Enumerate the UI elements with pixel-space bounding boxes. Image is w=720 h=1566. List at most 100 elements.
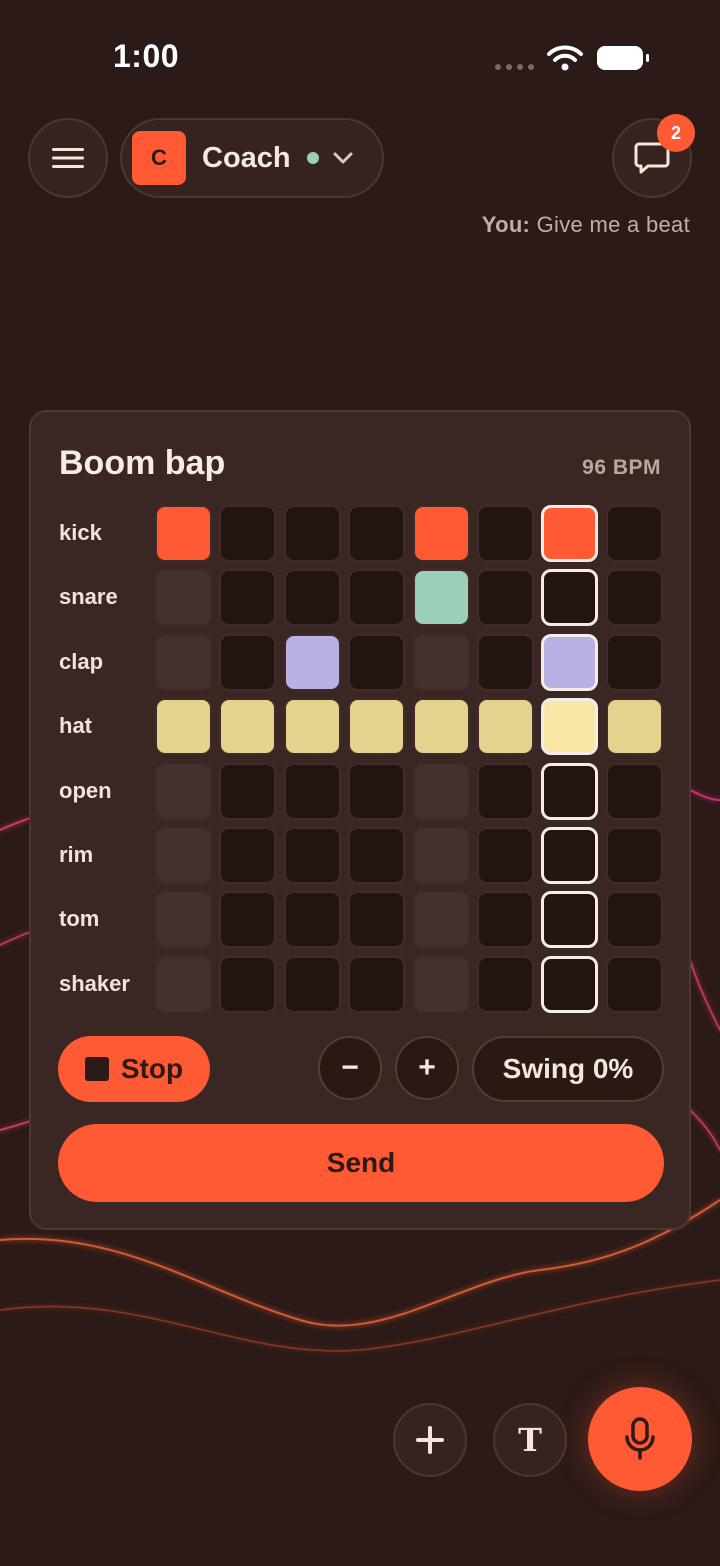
swing-button[interactable]: Swing 0%: [472, 1036, 664, 1102]
step-kick-4[interactable]: [348, 505, 406, 562]
step-clap-2[interactable]: [219, 633, 277, 691]
step-rim-6[interactable]: [477, 827, 534, 884]
step-shaker-4[interactable]: [348, 955, 406, 1013]
step-open-6[interactable]: [477, 762, 534, 820]
step-snare-2[interactable]: [219, 569, 277, 627]
step-open-1[interactable]: [155, 762, 212, 820]
step-clap-3[interactable]: [283, 633, 341, 691]
menu-button[interactable]: [28, 118, 108, 198]
step-tom-4[interactable]: [348, 891, 406, 949]
online-status-dot: [306, 152, 319, 164]
step-rim-2[interactable]: [219, 827, 277, 884]
step-shaker-5[interactable]: [412, 955, 470, 1013]
step-rim-7[interactable]: [541, 827, 599, 884]
stop-button[interactable]: Stop: [58, 1036, 210, 1102]
step-rim-3[interactable]: [283, 827, 341, 884]
step-shaker-6[interactable]: [477, 955, 534, 1013]
coach-selector[interactable]: C Coach: [120, 118, 384, 198]
track-label-snare: snare: [59, 584, 118, 610]
step-rim-4[interactable]: [348, 827, 406, 884]
chat-badge: 2: [657, 114, 695, 152]
beat-sequencer-card: Boom bap 96 BPM Stop − + Swing 0% Send k…: [29, 410, 691, 1230]
step-kick-5[interactable]: [412, 505, 470, 562]
step-hat-3[interactable]: [283, 698, 341, 756]
step-snare-8[interactable]: [605, 569, 663, 627]
stop-icon: [84, 1057, 109, 1081]
track-label-shaker: shaker: [59, 970, 130, 996]
step-tom-6[interactable]: [477, 891, 534, 949]
track-label-tom: tom: [59, 906, 100, 932]
step-rim-8[interactable]: [605, 827, 663, 884]
step-shaker-3[interactable]: [283, 955, 341, 1013]
step-kick-6[interactable]: [477, 505, 534, 562]
step-snare-3[interactable]: [283, 569, 341, 627]
step-rim-1[interactable]: [155, 827, 212, 884]
step-hat-8[interactable]: [605, 698, 663, 756]
coach-name: Coach: [202, 141, 291, 174]
microphone-icon: [625, 1417, 655, 1460]
step-shaker-7[interactable]: [541, 955, 599, 1013]
step-clap-5[interactable]: [412, 633, 470, 691]
step-clap-4[interactable]: [348, 633, 406, 691]
step-snare-4[interactable]: [348, 569, 406, 627]
step-clap-7[interactable]: [541, 633, 599, 691]
step-open-2[interactable]: [219, 762, 277, 820]
step-shaker-8[interactable]: [605, 955, 663, 1013]
step-tom-5[interactable]: [412, 891, 470, 949]
step-tom-2[interactable]: [219, 891, 277, 949]
last-message-text: Give me a beat: [536, 212, 690, 237]
pattern-title: Boom bap: [59, 444, 226, 482]
wifi-icon: [547, 45, 583, 71]
step-open-7[interactable]: [541, 762, 599, 820]
step-kick-8[interactable]: [605, 505, 663, 562]
track-label-kick: kick: [59, 520, 102, 545]
microphone-button[interactable]: [588, 1387, 692, 1491]
step-clap-6[interactable]: [477, 633, 534, 691]
track-label-rim: rim: [59, 842, 94, 867]
tempo-increase-button[interactable]: +: [395, 1036, 459, 1100]
status-time: 1:00: [113, 38, 180, 74]
step-rim-5[interactable]: [412, 827, 470, 884]
step-clap-1[interactable]: [155, 633, 212, 691]
track-label-hat: hat: [59, 713, 92, 739]
battery-icon: [597, 46, 649, 70]
step-open-8[interactable]: [605, 762, 663, 820]
step-snare-7[interactable]: [541, 569, 599, 627]
step-hat-4[interactable]: [348, 698, 406, 756]
step-kick-2[interactable]: [219, 505, 277, 562]
coach-avatar: C: [132, 131, 186, 185]
step-hat-5[interactable]: [412, 698, 470, 756]
track-label-open: open: [59, 777, 112, 803]
step-tom-3[interactable]: [283, 891, 341, 949]
step-hat-6[interactable]: [477, 698, 534, 756]
hamburger-icon: [52, 148, 84, 168]
text-icon: T: [518, 1421, 542, 1459]
step-hat-7[interactable]: [541, 698, 599, 756]
step-snare-5[interactable]: [412, 569, 470, 627]
step-hat-1[interactable]: [155, 698, 212, 756]
step-shaker-2[interactable]: [219, 955, 277, 1013]
text-mode-button[interactable]: T: [493, 1403, 567, 1477]
step-snare-1[interactable]: [155, 569, 212, 627]
step-hat-2[interactable]: [219, 698, 277, 756]
step-tom-7[interactable]: [541, 891, 599, 949]
track-label-clap: clap: [59, 648, 104, 674]
step-kick-7[interactable]: [541, 505, 599, 562]
add-button[interactable]: [393, 1403, 467, 1477]
step-open-5[interactable]: [412, 762, 470, 820]
tempo-decrease-button[interactable]: −: [318, 1036, 382, 1100]
send-button[interactable]: Send: [58, 1124, 664, 1202]
step-kick-3[interactable]: [283, 505, 341, 562]
step-tom-8[interactable]: [605, 891, 663, 949]
step-tom-1[interactable]: [155, 891, 212, 949]
plus-icon: [416, 1426, 444, 1454]
cellular-signal-icon: [495, 64, 534, 70]
step-shaker-1[interactable]: [155, 955, 212, 1013]
stop-label: Stop: [120, 1053, 184, 1084]
step-open-4[interactable]: [348, 762, 406, 820]
step-kick-1[interactable]: [155, 505, 212, 562]
step-open-3[interactable]: [283, 762, 341, 820]
step-clap-8[interactable]: [605, 633, 663, 691]
step-snare-6[interactable]: [477, 569, 534, 627]
chevron-down-icon: [333, 152, 353, 164]
